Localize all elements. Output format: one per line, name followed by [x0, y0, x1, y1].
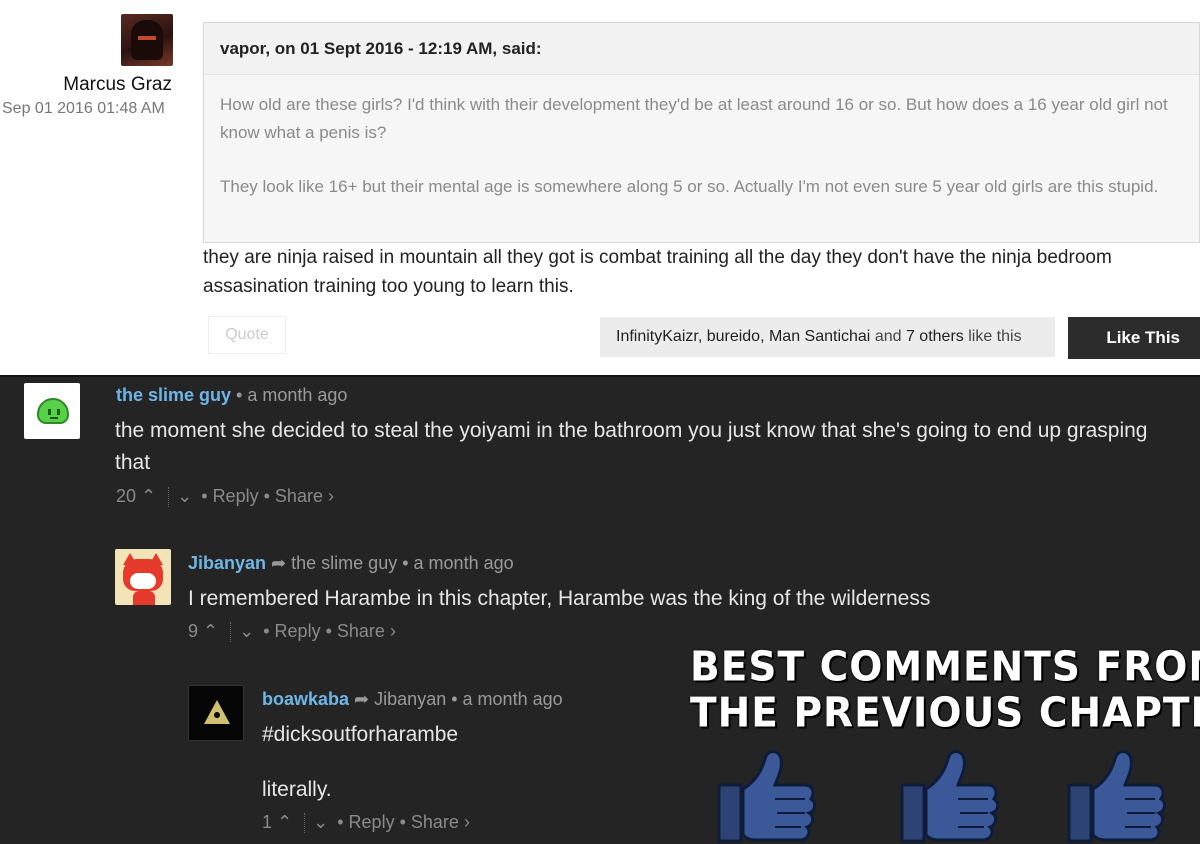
bullet: •	[201, 486, 213, 506]
quote-block: vapor, on 01 Sept 2016 - 12:19 AM, said:…	[203, 22, 1200, 243]
triangle-pupil	[214, 712, 220, 718]
post-body: they are ninja raised in mountain all th…	[203, 247, 1112, 297]
reply-arrow-icon: ➦	[271, 553, 287, 573]
jibanyan-face	[130, 573, 156, 589]
comment-text: I remembered Harambe in this chapter, Ha…	[188, 587, 931, 610]
comment-actions: 20 ⌃ ⌄ • Reply • Share ›	[116, 486, 334, 508]
reply-to[interactable]: the slime guy	[291, 553, 397, 573]
share-link[interactable]: Share ›	[275, 486, 334, 506]
comment-author[interactable]: boawkaba	[262, 689, 349, 709]
likes-summary: InfinityKaizr, bureido, Man Santichai an…	[600, 317, 1055, 357]
reply-link[interactable]: Reply	[349, 812, 395, 832]
comment-meta: the slime guy • a month ago	[116, 385, 347, 406]
downvote-icon[interactable]: ⌄	[177, 486, 192, 506]
quote-button[interactable]: Quote	[208, 316, 286, 354]
downvote-icon[interactable]: ⌄	[239, 621, 254, 641]
thumbs-up-icon	[717, 750, 817, 843]
comment: boawkaba ➦ Jibanyan • a month ago #dicks…	[0, 681, 680, 844]
comment-text: #dicksoutforharambe	[262, 723, 459, 746]
share-link[interactable]: Share ›	[337, 621, 396, 641]
reply-link[interactable]: Reply	[275, 621, 321, 641]
jibanyan-body	[133, 591, 155, 605]
vote-count: 20	[116, 486, 137, 506]
bullet: •	[399, 812, 411, 832]
comment-time[interactable]: • a month ago	[451, 689, 562, 709]
comment-actions: 9 ⌃ ⌄ • Reply • Share ›	[188, 621, 396, 643]
banner-line-1: BEST COMMENTS FROM	[690, 643, 1200, 692]
slime-avatar[interactable]	[24, 383, 80, 439]
post-date: Sep 01 2016 01:48 AM	[2, 100, 165, 117]
reply-to[interactable]: Jibanyan	[374, 689, 446, 709]
comment-meta: boawkaba ➦ Jibanyan • a month ago	[262, 689, 563, 710]
divider	[230, 622, 232, 643]
slime-icon	[37, 398, 69, 424]
quote-header: vapor, on 01 Sept 2016 - 12:19 AM, said:	[204, 23, 1199, 75]
comment-actions: 1 ⌃ ⌄ • Reply • Share ›	[262, 812, 470, 834]
bullet: •	[263, 486, 275, 506]
reply-link[interactable]: Reply	[213, 486, 259, 506]
thumbs-up-icon	[1067, 750, 1167, 843]
vote-count: 9	[188, 621, 199, 641]
boawkaba-avatar[interactable]	[188, 685, 244, 741]
bullet: •	[337, 812, 349, 832]
quote-body: How old are these girls? I'd think with …	[204, 75, 1199, 201]
divider	[304, 813, 306, 834]
share-link[interactable]: Share ›	[411, 812, 470, 832]
comment-time[interactable]: • a month ago	[236, 385, 347, 405]
likes-and-others: and	[874, 328, 906, 345]
bullet: •	[325, 621, 337, 641]
upvote-icon[interactable]: ⌃	[277, 812, 292, 832]
comment-meta: Jibanyan ➦ the slime guy • a month ago	[188, 553, 514, 574]
slime-eye	[48, 409, 51, 415]
slime-eye	[57, 409, 60, 415]
comment: Jibanyan ➦ the slime guy • a month ago I…	[0, 545, 1200, 655]
thumbs-up-icon	[900, 750, 1000, 843]
comment-thread: the slime guy • a month ago the moment s…	[0, 375, 1200, 844]
vote-count: 1	[262, 812, 273, 832]
reply-arrow-icon: ➦	[354, 689, 370, 709]
best-comments-banner: BEST COMMENTS FROM THE PREVIOUS CHAPTER	[690, 643, 1200, 738]
comment-author[interactable]: the slime guy	[116, 385, 231, 405]
author-name[interactable]: Marcus Graz	[63, 74, 172, 96]
bullet: •	[263, 621, 275, 641]
quote-paragraph: How old are these girls? I'd think with …	[220, 95, 1168, 142]
slime-mouth	[50, 417, 58, 419]
likes-others-link[interactable]: 7 others	[906, 328, 964, 345]
author-avatar[interactable]	[121, 14, 173, 66]
helmet-figure	[131, 20, 163, 60]
comment: the slime guy • a month ago the moment s…	[0, 377, 1200, 517]
downvote-icon[interactable]: ⌄	[313, 812, 328, 832]
comment-text: the moment she decided to steal the yoiy…	[115, 419, 1148, 474]
comment-time[interactable]: • a month ago	[402, 553, 513, 573]
comment-text-line2: literally.	[262, 778, 332, 801]
quote-paragraph: They look like 16+ but their mental age …	[220, 177, 1159, 196]
helmet-visor	[138, 36, 156, 40]
like-this-button[interactable]: Like This	[1068, 317, 1200, 359]
jibanyan-avatar[interactable]	[115, 549, 171, 605]
banner-line-2: THE PREVIOUS CHAPTER	[690, 689, 1200, 738]
liker-names[interactable]: InfinityKaizr, bureido, Man Santichai	[616, 328, 870, 345]
divider	[168, 487, 170, 508]
likes-suffix: like this	[968, 328, 1022, 345]
forum-post: Marcus Graz Sep 01 2016 01:48 AM vapor, …	[0, 0, 1200, 375]
upvote-icon[interactable]: ⌃	[141, 486, 156, 506]
comment-author[interactable]: Jibanyan	[188, 553, 266, 573]
upvote-icon[interactable]: ⌃	[203, 621, 218, 641]
